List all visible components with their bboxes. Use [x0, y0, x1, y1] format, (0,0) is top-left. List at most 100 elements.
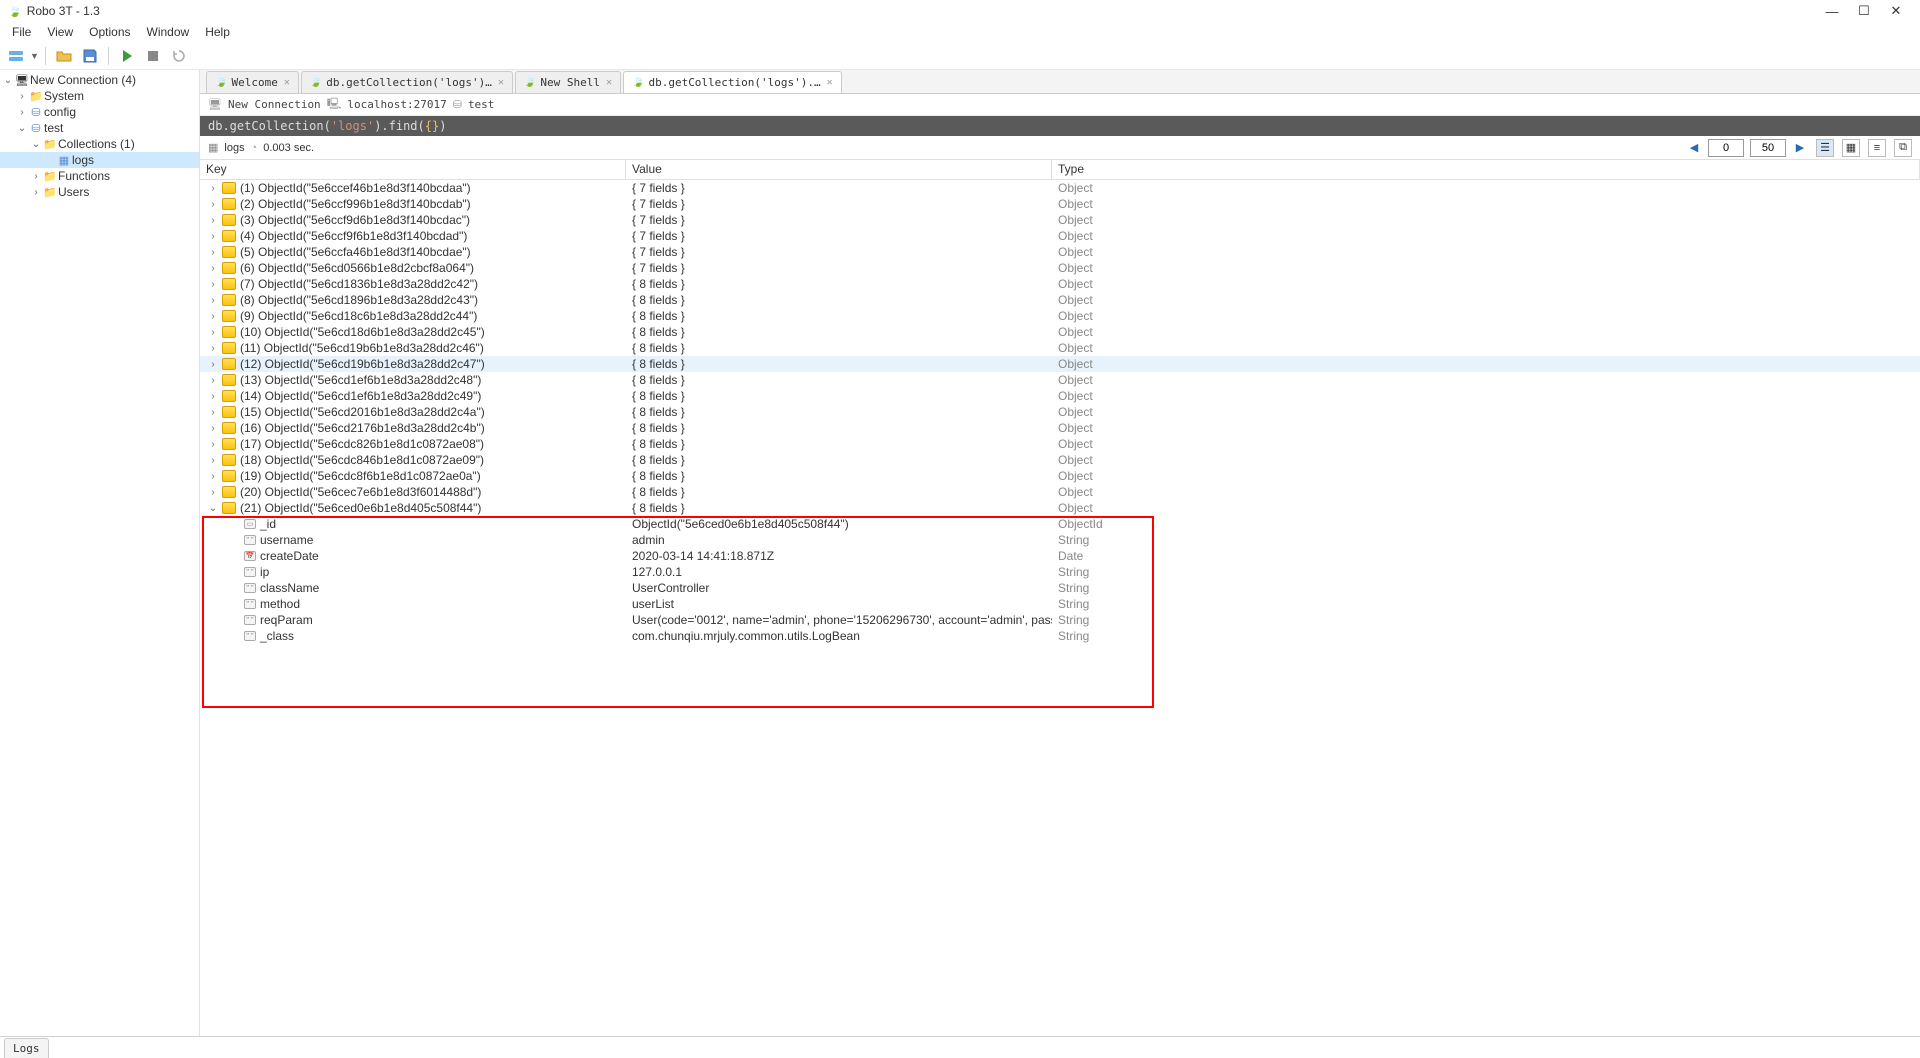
document-row[interactable]: ›(15) ObjectId("5e6cd2016b1e8d3a28dd2c4a…: [200, 404, 1920, 420]
menu-help[interactable]: Help: [197, 23, 238, 41]
tab-new-shell[interactable]: 🍃New Shell✕: [515, 71, 621, 93]
window-close-button[interactable]: ✕: [1880, 3, 1912, 19]
view-popout-button[interactable]: ⧉: [1894, 139, 1912, 157]
document-row[interactable]: ›(1) ObjectId("5e6ccef46b1e8d3f140bcdaa"…: [200, 180, 1920, 196]
caret-right-icon[interactable]: ›: [208, 471, 218, 482]
document-row[interactable]: ›(7) ObjectId("5e6cd1836b1e8d3a28dd2c42"…: [200, 276, 1920, 292]
sidebar-functions[interactable]: › 📁 Functions: [0, 168, 199, 184]
view-text-button[interactable]: ≡: [1868, 139, 1886, 157]
caret-right-icon[interactable]: ›: [208, 487, 218, 498]
connect-button[interactable]: [4, 45, 28, 67]
page-next-button[interactable]: ▶: [1792, 140, 1808, 156]
sidebar-users[interactable]: › 📁 Users: [0, 184, 199, 200]
page-limit-input[interactable]: [1750, 139, 1786, 157]
document-row[interactable]: ›(2) ObjectId("5e6ccf996b1e8d3f140bcdab"…: [200, 196, 1920, 212]
header-value[interactable]: Value: [626, 160, 1052, 179]
caret-right-icon[interactable]: ›: [208, 391, 218, 402]
field-row[interactable]: " "ip127.0.0.1String: [200, 564, 1920, 580]
sidebar-db-config[interactable]: › ⛁ config: [0, 104, 199, 120]
caret-right-icon[interactable]: ›: [208, 279, 218, 290]
tab-close-icon[interactable]: ✕: [827, 77, 833, 88]
field-row[interactable]: " "_classcom.chunqiu.mrjuly.common.utils…: [200, 628, 1920, 644]
page-offset-input[interactable]: [1708, 139, 1744, 157]
caret-right-icon[interactable]: ›: [208, 231, 218, 242]
document-row[interactable]: ›(12) ObjectId("5e6cd19b6b1e8d3a28dd2c47…: [200, 356, 1920, 372]
tab-close-icon[interactable]: ✕: [284, 77, 290, 88]
caret-right-icon[interactable]: ›: [208, 263, 218, 274]
header-key[interactable]: Key: [200, 160, 626, 179]
stop-button[interactable]: [141, 45, 165, 67]
row-key: (14) ObjectId("5e6cd1ef6b1e8d3a28dd2c49"…: [240, 389, 481, 403]
caret-right-icon[interactable]: ›: [208, 423, 218, 434]
status-tab-logs[interactable]: Logs: [4, 1038, 49, 1058]
caret-right-icon[interactable]: ›: [208, 455, 218, 466]
document-row[interactable]: ›(8) ObjectId("5e6cd1896b1e8d3a28dd2c43"…: [200, 292, 1920, 308]
caret-right-icon[interactable]: ›: [208, 295, 218, 306]
query-bar[interactable]: db.getCollection('logs').find({}): [200, 116, 1920, 136]
save-button[interactable]: [78, 45, 102, 67]
execute-button[interactable]: [115, 45, 139, 67]
row-type: Object: [1058, 453, 1093, 467]
sidebar-db-test[interactable]: ⌄ ⛁ test: [0, 120, 199, 136]
caret-right-icon[interactable]: ›: [208, 375, 218, 386]
page-prev-button[interactable]: ◀: [1686, 140, 1702, 156]
field-row[interactable]: " "classNameUserControllerString: [200, 580, 1920, 596]
caret-right-icon[interactable]: ›: [208, 439, 218, 450]
document-row[interactable]: ›(4) ObjectId("5e6ccf9f6b1e8d3f140bcdad"…: [200, 228, 1920, 244]
sidebar-connection[interactable]: ⌄ 🖥 New Connection (4): [0, 72, 199, 88]
field-row[interactable]: 📅createDate2020-03-14 14:41:18.871ZDate: [200, 548, 1920, 564]
caret-right-icon[interactable]: ›: [208, 247, 218, 258]
object-icon: [222, 342, 236, 354]
document-row[interactable]: › (14) ObjectId("5e6cd1ef6b1e8d3a28dd2c49…: [200, 388, 1920, 404]
field-type: String: [1058, 533, 1089, 547]
document-row[interactable]: ›(9) ObjectId("5e6cd18c6b1e8d3a28dd2c44"…: [200, 308, 1920, 324]
tab-query-1[interactable]: 🍃db.getCollection('logs')…✕: [301, 71, 513, 93]
document-row[interactable]: ›(20) ObjectId("5e6cec7e6b1e8d3f6014488d…: [200, 484, 1920, 500]
caret-right-icon[interactable]: ›: [208, 215, 218, 226]
menu-options[interactable]: Options: [81, 23, 138, 41]
header-type[interactable]: Type: [1052, 160, 1920, 179]
tab-close-icon[interactable]: ✕: [498, 77, 504, 88]
window-minimize-button[interactable]: —: [1816, 4, 1848, 19]
grid-body[interactable]: ›(1) ObjectId("5e6ccef46b1e8d3f140bcdaa"…: [200, 180, 1920, 1036]
view-table-button[interactable]: ▦: [1842, 139, 1860, 157]
caret-right-icon[interactable]: ›: [208, 359, 218, 370]
sidebar-db-system[interactable]: › 📁 System: [0, 88, 199, 104]
document-row[interactable]: ›(6) ObjectId("5e6cd0566b1e8d2cbcf8a064"…: [200, 260, 1920, 276]
document-row[interactable]: ›(18) ObjectId("5e6cdc846b1e8d1c0872ae09…: [200, 452, 1920, 468]
sidebar-collections[interactable]: ⌄ 📁 Collections (1): [0, 136, 199, 152]
view-tree-button[interactable]: ☰: [1816, 139, 1834, 157]
field-row[interactable]: " "usernameadminString: [200, 532, 1920, 548]
caret-right-icon[interactable]: ›: [208, 327, 218, 338]
tab-query-2[interactable]: 🍃db.getCollection('logs').…✕: [623, 71, 842, 93]
caret-right-icon[interactable]: ›: [208, 343, 218, 354]
menu-window[interactable]: Window: [139, 23, 198, 41]
document-row[interactable]: ›(5) ObjectId("5e6ccfa46b1e8d3f140bcdae"…: [200, 244, 1920, 260]
menu-file[interactable]: File: [4, 23, 39, 41]
menu-view[interactable]: View: [39, 23, 81, 41]
caret-right-icon[interactable]: ›: [208, 407, 218, 418]
tab-close-icon[interactable]: ✕: [606, 77, 612, 88]
clock-icon: ◔: [251, 142, 258, 154]
caret-down-icon[interactable]: ⌄: [208, 503, 218, 514]
document-row[interactable]: ›(13) ObjectId("5e6cd1ef6b1e8d3a28dd2c48…: [200, 372, 1920, 388]
caret-right-icon[interactable]: ›: [208, 311, 218, 322]
document-row[interactable]: ›(3) ObjectId("5e6ccf9d6b1e8d3f140bcdac"…: [200, 212, 1920, 228]
open-button[interactable]: [52, 45, 76, 67]
caret-right-icon[interactable]: ›: [208, 199, 218, 210]
field-row[interactable]: " "reqParamUser(code='0012', name='admin…: [200, 612, 1920, 628]
document-row[interactable]: ⌄(21) ObjectId("5e6ced0e6b1e8d405c508f44…: [200, 500, 1920, 516]
tab-welcome[interactable]: 🍃Welcome✕: [206, 71, 299, 93]
field-row[interactable]: " "methoduserListString: [200, 596, 1920, 612]
document-row[interactable]: ›(11) ObjectId("5e6cd19b6b1e8d3a28dd2c46…: [200, 340, 1920, 356]
rotate-button[interactable]: [167, 45, 191, 67]
document-row[interactable]: ›(10) ObjectId("5e6cd18d6b1e8d3a28dd2c45…: [200, 324, 1920, 340]
window-maximize-button[interactable]: ☐: [1848, 3, 1880, 19]
document-row[interactable]: ›(16) ObjectId("5e6cd2176b1e8d3a28dd2c4b…: [200, 420, 1920, 436]
sidebar-collection-logs[interactable]: ▦ logs: [0, 152, 199, 168]
field-row[interactable]: ▭_idObjectId("5e6ced0e6b1e8d405c508f44")…: [200, 516, 1920, 532]
document-row[interactable]: ›(19) ObjectId("5e6cdc8f6b1e8d1c0872ae0a…: [200, 468, 1920, 484]
sidebar: ⌄ 🖥 New Connection (4) › 📁 System › ⛁ co…: [0, 70, 200, 1036]
caret-right-icon[interactable]: ›: [208, 183, 218, 194]
document-row[interactable]: ›(17) ObjectId("5e6cdc826b1e8d1c0872ae08…: [200, 436, 1920, 452]
